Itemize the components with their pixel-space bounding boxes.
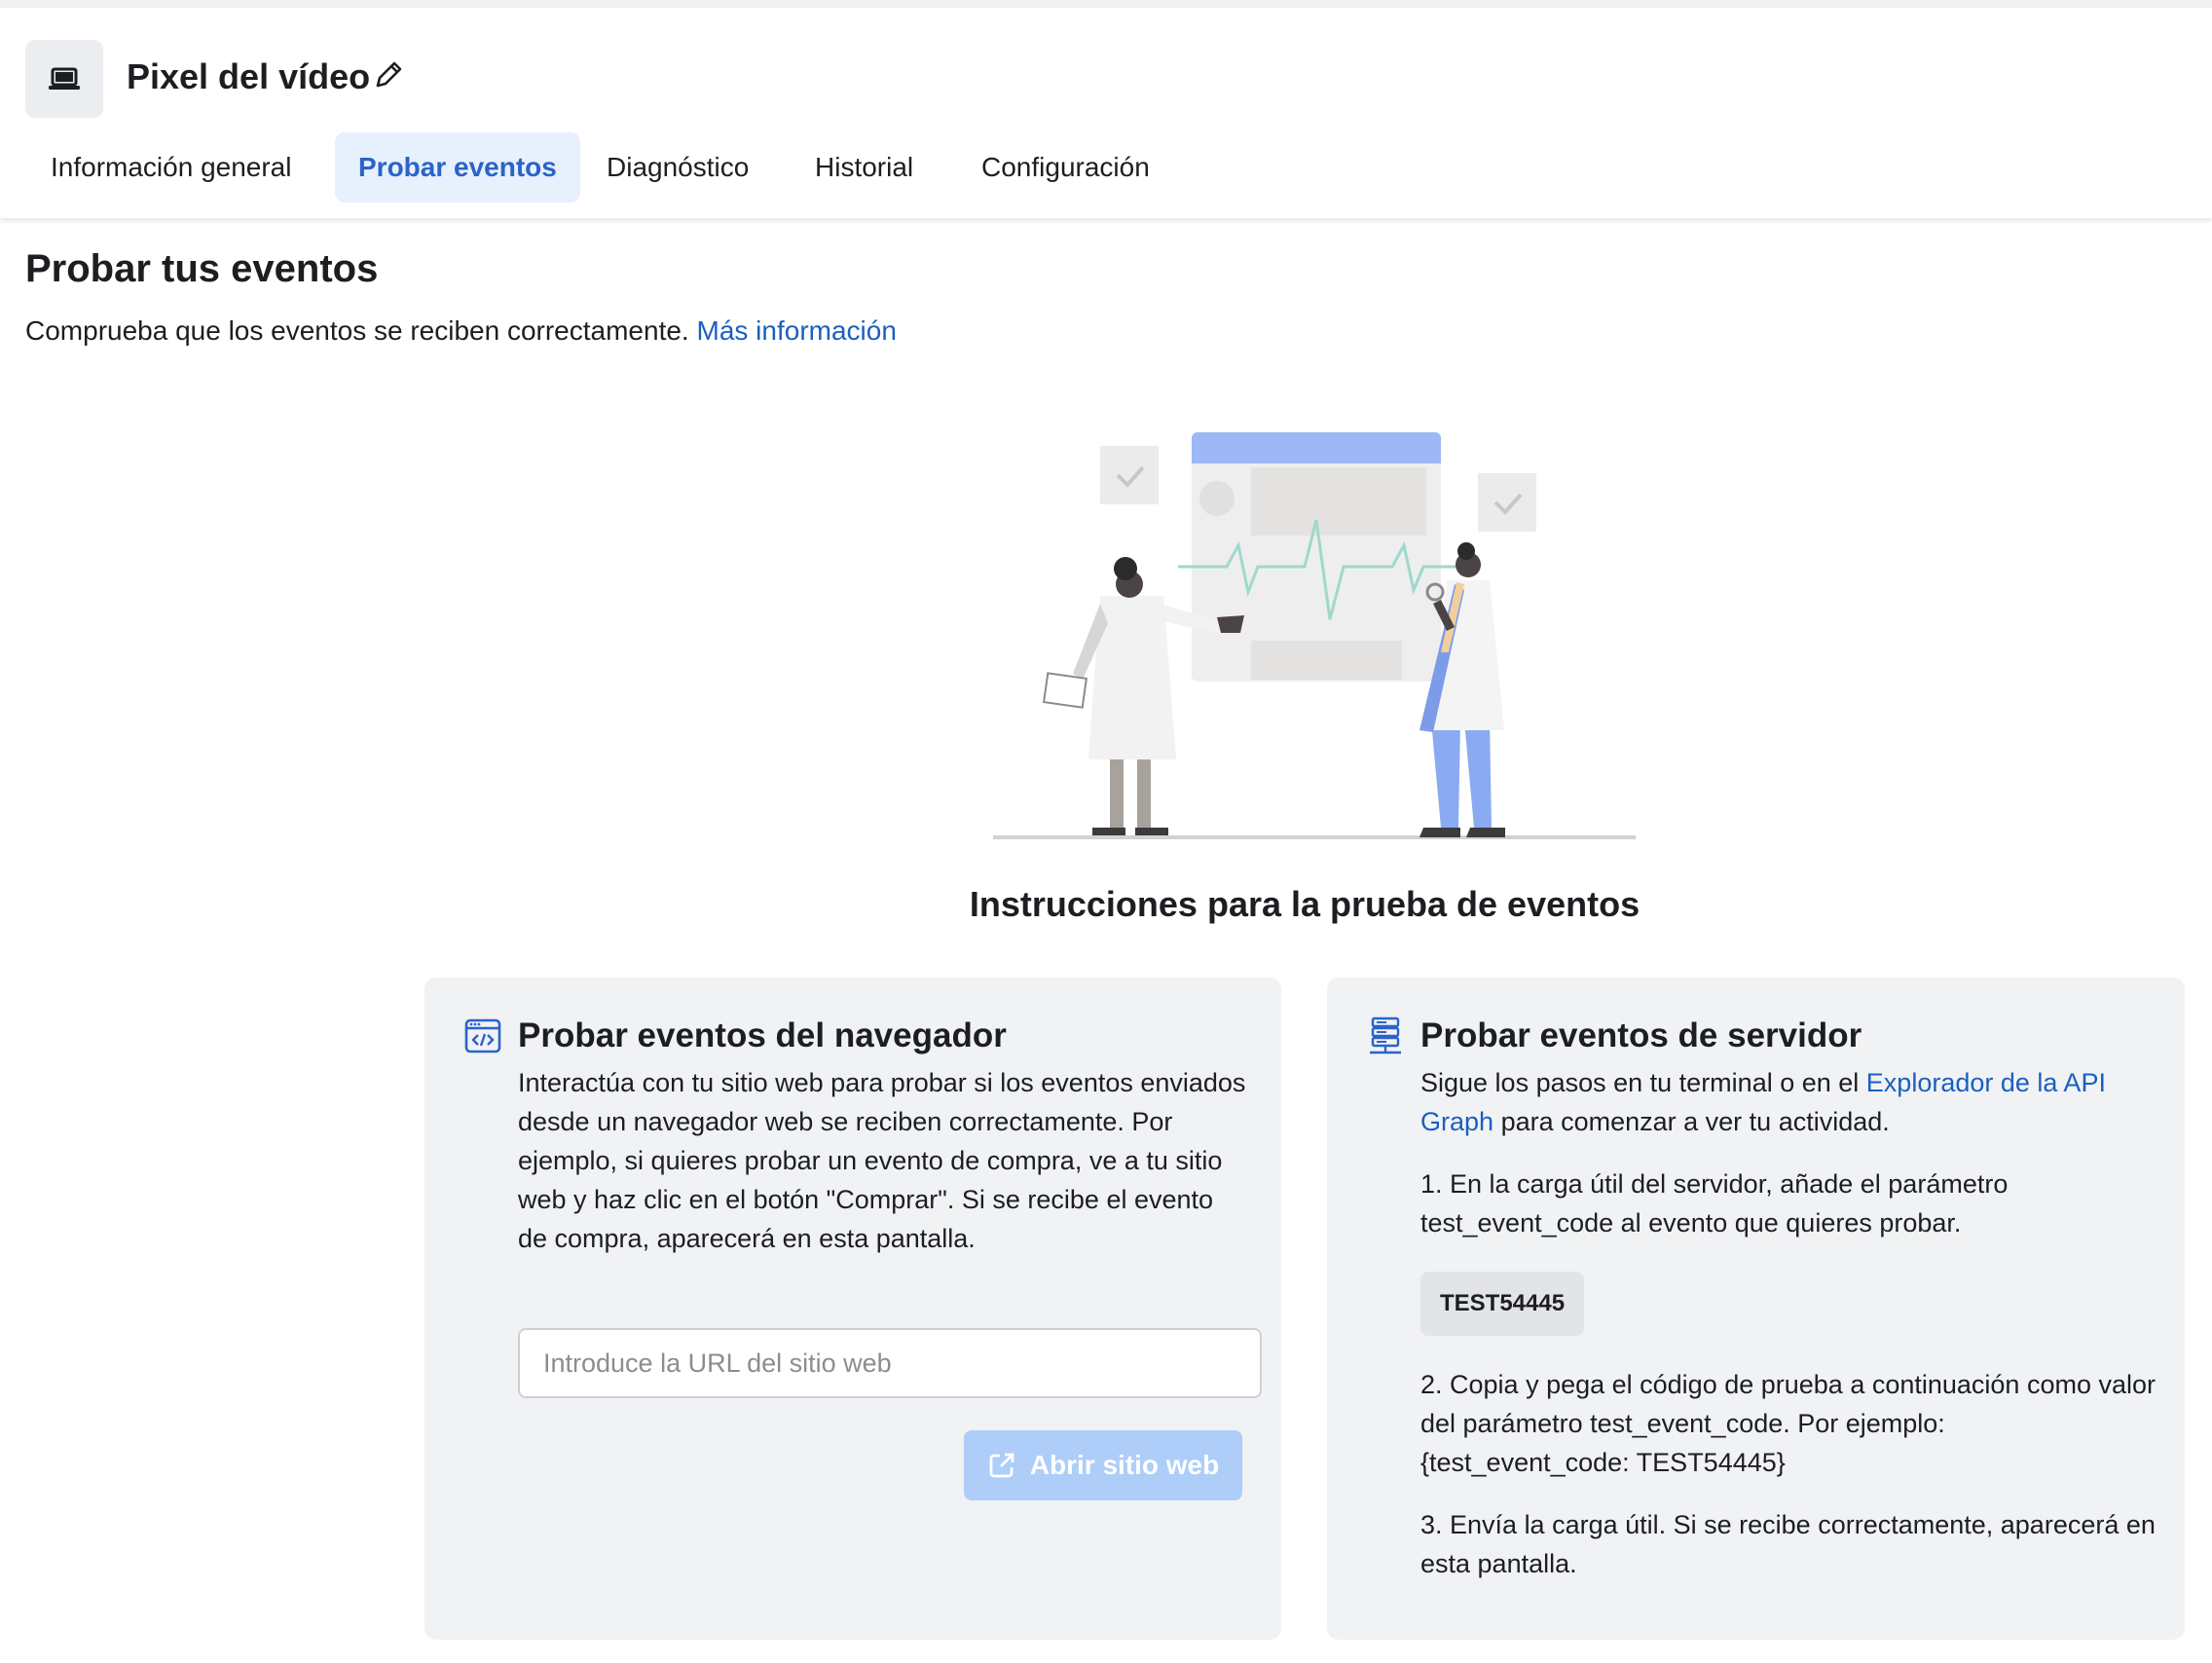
server-card-intro: Sigue los pasos en tu terminal o en el E… bbox=[1420, 1063, 2160, 1141]
server-step-1: 1. En la carga útil del servidor, añade … bbox=[1420, 1169, 2009, 1238]
scientists-illustration bbox=[993, 432, 1636, 839]
server-intro-before: Sigue los pasos en tu terminal o en el bbox=[1420, 1068, 1860, 1097]
open-website-button[interactable]: Abrir sitio web bbox=[964, 1430, 1242, 1500]
section-subtitle: Comprueba que los eventos se reciben cor… bbox=[25, 315, 897, 347]
browser-card-title: Probar eventos del navegador bbox=[518, 1016, 1007, 1054]
top-strip bbox=[0, 0, 2212, 8]
tab-diagnostico[interactable]: Diagnóstico bbox=[607, 132, 749, 203]
server-intro-after: para comenzar a ver tu actividad. bbox=[1500, 1107, 1890, 1136]
page-header: Pixel del vídeo Información general Prob… bbox=[0, 8, 2212, 218]
website-url-input[interactable] bbox=[518, 1328, 1262, 1398]
section-title: Probar tus eventos bbox=[25, 247, 379, 290]
server-icon bbox=[1366, 1016, 1405, 1055]
server-step-2: 2. Copia y pega el código de prueba a co… bbox=[1420, 1370, 2156, 1477]
page-title-pixel: Pixel del vídeo bbox=[127, 56, 371, 96]
subtitle-text: Comprueba que los eventos se reciben cor… bbox=[25, 315, 689, 346]
laptop-icon bbox=[25, 40, 103, 118]
tab-informacion-general[interactable]: Información general bbox=[51, 132, 291, 203]
tab-probar-eventos[interactable]: Probar eventos bbox=[335, 132, 580, 203]
server-card-title: Probar eventos de servidor bbox=[1420, 1016, 1862, 1054]
more-info-link[interactable]: Más información bbox=[697, 315, 897, 346]
browser-card-description: Interactúa con tu sitio web para probar … bbox=[518, 1068, 1246, 1253]
browser-code-icon bbox=[463, 1016, 502, 1055]
browser-events-card: Probar eventos del navegador Interactúa … bbox=[424, 978, 1281, 1640]
open-website-label: Abrir sitio web bbox=[1029, 1450, 1220, 1480]
tab-configuracion[interactable]: Configuración bbox=[981, 132, 1150, 203]
external-link-icon bbox=[989, 1453, 1014, 1478]
tab-historial[interactable]: Historial bbox=[815, 132, 913, 203]
server-step-3: 3. Envía la carga útil. Si se recibe cor… bbox=[1420, 1510, 2156, 1578]
test-code-chip[interactable]: TEST54445 bbox=[1420, 1272, 1585, 1336]
instructions-title: Instrucciones para la prueba de eventos bbox=[969, 884, 1641, 924]
server-events-card: Probar eventos de servidor Sigue los pas… bbox=[1327, 978, 2185, 1640]
pencil-icon[interactable] bbox=[372, 58, 405, 92]
